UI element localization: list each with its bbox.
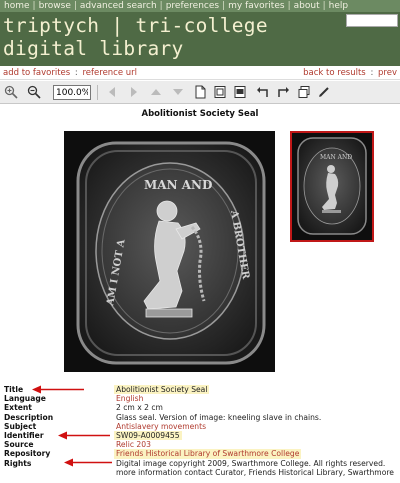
metadata-label: Rights xyxy=(4,458,32,468)
metadata-value: Abolitionist Society Seal xyxy=(114,385,210,395)
site-title: triptych | tri-college digital library xyxy=(3,14,268,60)
thumbnail-navigator[interactable]: MAN AND xyxy=(290,131,374,242)
metadata-link[interactable]: Friends Historical Library of Swarthmore… xyxy=(114,449,302,459)
annotation-arrow-repository xyxy=(64,458,112,467)
metadata-value: more information contact Curator, Friend… xyxy=(116,467,394,477)
action-separator: : xyxy=(370,68,374,78)
action-separator: : xyxy=(74,68,78,78)
metadata-row-description: Description Glass seal. Version of image… xyxy=(4,413,400,422)
metadata-value: SW09-A0009455 xyxy=(114,430,182,441)
metadata-value: Glass seal. Version of image: kneeling s… xyxy=(116,412,322,422)
metadata-row-subject: Subject Antislavery movements xyxy=(4,422,400,431)
prev-link[interactable]: prev xyxy=(378,68,397,78)
first-page-icon[interactable] xyxy=(104,84,120,100)
metadata-label: Extent xyxy=(4,403,32,413)
page-view-icon[interactable] xyxy=(192,84,208,100)
reference-url-link[interactable]: reference url xyxy=(83,68,138,78)
metadata-row-source: Source Relic 203 xyxy=(4,440,400,449)
metadata-row-extent: Extent 2 cm x 2 cm xyxy=(4,403,400,412)
metadata-link[interactable]: English xyxy=(116,394,143,403)
main-seal-image[interactable]: MAN AND AM I NOT A A BROTHER xyxy=(64,131,275,372)
metadata-label: Language xyxy=(4,394,46,404)
rotate-right-icon[interactable] xyxy=(275,84,291,100)
metadata-label: Subject xyxy=(4,421,37,431)
nav-browse[interactable]: browse xyxy=(39,1,71,11)
toolbar-divider xyxy=(97,85,98,100)
nav-help[interactable]: help xyxy=(329,1,348,11)
metadata-label: Description xyxy=(4,412,54,422)
metadata-row-language: Language English xyxy=(4,394,400,403)
zoom-level-input[interactable] xyxy=(53,85,91,100)
rotate-left-icon[interactable] xyxy=(255,84,271,100)
nav-home[interactable]: home xyxy=(4,1,30,11)
metadata-label: Repository xyxy=(4,449,51,459)
annotation-arrow-title xyxy=(32,385,84,394)
back-to-results-link[interactable]: back to results xyxy=(303,68,366,78)
annotation-arrow-identifier xyxy=(58,431,110,440)
zoom-in-icon[interactable] xyxy=(3,84,19,100)
nav-advanced-search[interactable]: advanced search xyxy=(80,1,157,11)
image-toolbar xyxy=(0,81,400,104)
nav-about[interactable]: about xyxy=(294,1,320,11)
thumb-top-text: MAN AND xyxy=(320,154,352,161)
fit-width-icon[interactable] xyxy=(232,84,248,100)
seal-top-text: MAN AND xyxy=(144,178,212,192)
edit-pen-icon[interactable] xyxy=(316,84,332,100)
image-title: Abolitionist Society Seal xyxy=(141,109,259,119)
metadata-label: Source xyxy=(4,440,34,450)
nav-my-favorites[interactable]: my favorites xyxy=(228,1,284,11)
search-input[interactable] xyxy=(346,14,398,27)
metadata-link[interactable]: Relic 203 xyxy=(116,440,151,449)
site-header: home | browse | advanced search | preferenc… xyxy=(0,0,400,66)
nav-preferences[interactable]: preferences xyxy=(166,1,219,11)
metadata-row-rights-continued: more information contact Curator, Friend… xyxy=(4,468,400,477)
fit-page-icon[interactable] xyxy=(212,84,228,100)
metadata-value: 2 cm x 2 cm xyxy=(116,403,163,413)
action-bar: add to favorites : reference url back to… xyxy=(0,66,400,80)
arrow-up-icon[interactable] xyxy=(148,84,164,100)
top-navigation: home | browse | advanced search | preferenc… xyxy=(0,0,400,12)
arrow-down-icon[interactable] xyxy=(170,84,186,100)
zoom-out-icon[interactable] xyxy=(26,84,42,100)
metadata-label: Identifier xyxy=(4,430,44,440)
next-page-icon[interactable] xyxy=(126,84,142,100)
metadata-link[interactable]: Antislavery movements xyxy=(116,422,206,431)
metadata-value: Digital image copyright 2009, Swarthmore… xyxy=(116,458,386,468)
new-window-icon[interactable] xyxy=(296,84,312,100)
metadata-label: Title xyxy=(4,385,24,394)
add-to-favorites-link[interactable]: add to favorites xyxy=(3,68,70,78)
